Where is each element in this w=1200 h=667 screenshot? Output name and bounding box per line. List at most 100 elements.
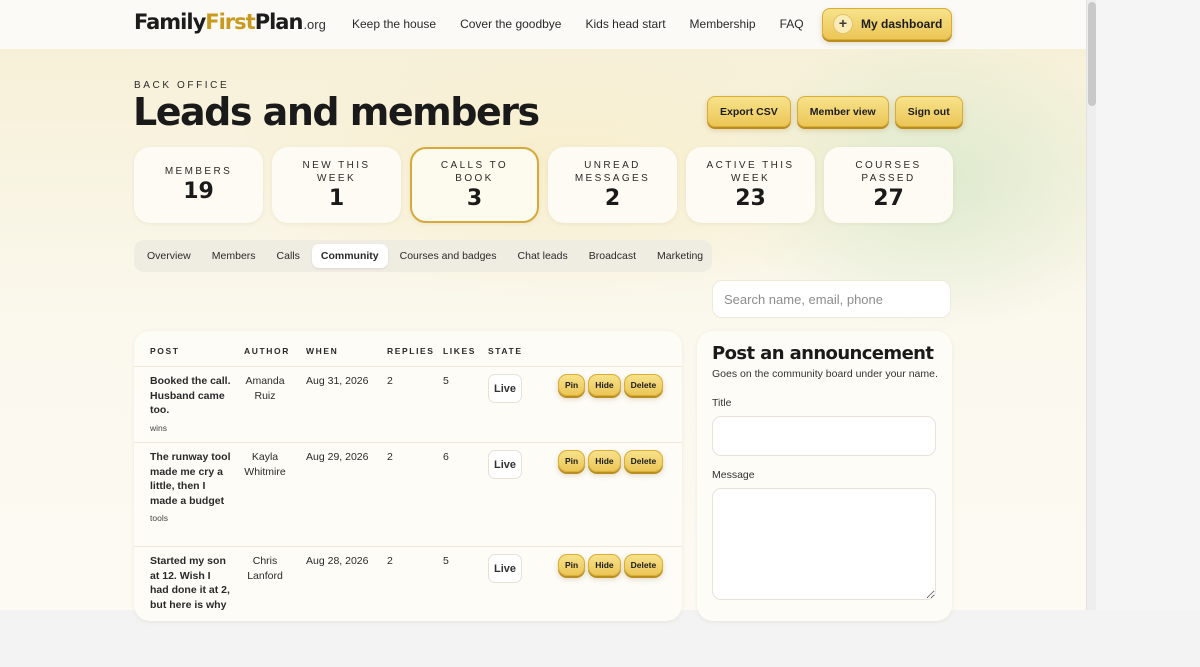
stat-value: 23 bbox=[735, 185, 766, 211]
column-header-likes: LIKES bbox=[443, 346, 477, 356]
post-cell: The runway tool made me cry a little, th… bbox=[150, 450, 232, 526]
table-row: Started my son at 12. Wish I had done it… bbox=[134, 547, 682, 621]
pin-button[interactable]: Pin bbox=[558, 450, 586, 472]
scrollbar-thumb[interactable] bbox=[1088, 2, 1096, 106]
export-csv-button[interactable]: Export CSV bbox=[707, 96, 791, 127]
stat-label: NEW THIS WEEK bbox=[302, 159, 371, 184]
hide-button[interactable]: Hide bbox=[588, 374, 621, 396]
delete-button[interactable]: Delete bbox=[623, 450, 664, 472]
column-header-when: WHEN bbox=[306, 346, 339, 356]
delete-button[interactable]: Delete bbox=[623, 554, 664, 576]
tab-overview[interactable]: Overview bbox=[138, 244, 200, 268]
column-header-state: STATE bbox=[488, 346, 523, 356]
section-tabs: Overview Members Calls Community Courses… bbox=[134, 240, 712, 272]
likes-cell: 6 bbox=[443, 451, 449, 463]
nav-faq[interactable]: FAQ bbox=[780, 17, 804, 31]
message-field-label: Message bbox=[712, 469, 755, 481]
stat-value: 1 bbox=[328, 185, 345, 211]
main-nav: Keep the house Cover the goodbye Kids he… bbox=[352, 17, 804, 31]
stat-label: ACTIVE THIS WEEK bbox=[706, 159, 795, 184]
likes-cell: 5 bbox=[443, 375, 449, 387]
stat-card-new-this-week[interactable]: NEW THIS WEEK 1 bbox=[272, 147, 401, 223]
announcement-message-textarea[interactable] bbox=[712, 488, 936, 600]
post-tag: tools bbox=[150, 513, 168, 523]
community-posts-table: POST AUTHOR WHEN REPLIES LIKES STATE Boo… bbox=[134, 331, 682, 621]
post-title[interactable]: The runway tool made me cry a little, th… bbox=[150, 450, 232, 508]
stat-card-calls-to-book[interactable]: CALLS TO BOOK 3 bbox=[410, 147, 539, 223]
author-cell: Chris Lanford bbox=[247, 555, 283, 582]
when-cell: Aug 31, 2026 bbox=[306, 375, 369, 387]
member-view-button[interactable]: Member view bbox=[796, 96, 889, 127]
nav-kids-head-start[interactable]: Kids head start bbox=[585, 17, 665, 31]
row-actions: Pin Hide Delete bbox=[558, 374, 664, 396]
vertical-scrollbar[interactable] bbox=[1086, 0, 1096, 610]
title-field-label: Title bbox=[712, 397, 732, 409]
likes-cell: 5 bbox=[443, 555, 449, 567]
hide-button[interactable]: Hide bbox=[588, 554, 621, 576]
logo-wordmark: FamilyFirstPlan bbox=[134, 10, 304, 34]
post-title[interactable]: Booked the call. Husband came too. bbox=[150, 374, 232, 418]
tab-calls[interactable]: Calls bbox=[268, 244, 309, 268]
tab-chat-leads[interactable]: Chat leads bbox=[509, 244, 577, 268]
author-cell: Kayla Whitmire bbox=[244, 451, 286, 478]
stat-card-members[interactable]: MEMBERS 19 bbox=[134, 147, 263, 223]
tab-broadcast[interactable]: Broadcast bbox=[580, 244, 645, 268]
top-navigation-bar: FamilyFirstPlan .org Keep the house Cover… bbox=[0, 0, 1086, 49]
stat-card-active-this-week[interactable]: ACTIVE THIS WEEK 23 bbox=[686, 147, 815, 223]
site-logo[interactable]: FamilyFirstPlan .org bbox=[134, 10, 326, 40]
delete-button[interactable]: Delete bbox=[623, 374, 664, 396]
column-header-author: AUTHOR bbox=[244, 346, 290, 356]
row-actions: Pin Hide Delete bbox=[558, 450, 664, 472]
post-cell: Started my son at 12. Wish I had done it… bbox=[150, 554, 232, 612]
stat-card-courses-passed[interactable]: COURSES PASSED 27 bbox=[824, 147, 953, 223]
page-actions: Export CSV Member view Sign out bbox=[707, 96, 963, 127]
stat-value: 19 bbox=[183, 179, 214, 204]
stat-value: 27 bbox=[873, 185, 904, 211]
my-dashboard-button[interactable]: + My dashboard bbox=[822, 8, 952, 40]
right-gutter bbox=[1086, 0, 1200, 610]
main-content: BACK OFFICE Leads and members Export CSV… bbox=[0, 0, 1086, 621]
tab-courses-and-badges[interactable]: Courses and badges bbox=[391, 244, 506, 268]
post-title[interactable]: Started my son at 12. Wish I had done it… bbox=[150, 554, 232, 612]
tab-members[interactable]: Members bbox=[203, 244, 265, 268]
row-actions: Pin Hide Delete bbox=[558, 554, 664, 576]
state-badge[interactable]: Live bbox=[488, 374, 522, 403]
logo-part-family: Family bbox=[134, 10, 206, 34]
column-header-replies: REPLIES bbox=[387, 346, 435, 356]
stat-card-unread-messages[interactable]: UNREAD MESSAGES 2 bbox=[548, 147, 677, 223]
table-row: Booked the call. Husband came too. wins … bbox=[134, 367, 682, 443]
tab-community[interactable]: Community bbox=[311, 244, 388, 268]
pin-button[interactable]: Pin bbox=[558, 554, 586, 576]
announcement-panel: Post an announcement Goes on the communi… bbox=[697, 331, 952, 621]
pin-button[interactable]: Pin bbox=[558, 374, 586, 396]
table-header: POST AUTHOR WHEN REPLIES LIKES STATE bbox=[134, 331, 682, 367]
author-cell: Amanda Ruiz bbox=[245, 375, 285, 402]
search-input[interactable] bbox=[712, 280, 951, 318]
logo-part-first: First bbox=[205, 10, 255, 34]
plus-icon: + bbox=[833, 14, 853, 34]
nav-membership[interactable]: Membership bbox=[690, 17, 756, 31]
state-badge[interactable]: Live bbox=[488, 554, 522, 583]
when-cell: Aug 29, 2026 bbox=[306, 451, 369, 463]
replies-cell: 2 bbox=[387, 451, 393, 463]
stat-label: COURSES PASSED bbox=[855, 159, 922, 184]
nav-keep-the-house[interactable]: Keep the house bbox=[352, 17, 436, 31]
announcement-subtitle: Goes on the community board under your n… bbox=[712, 368, 938, 380]
my-dashboard-label: My dashboard bbox=[861, 17, 943, 31]
announcement-title: Post an announcement bbox=[712, 343, 934, 364]
logo-tld: .org bbox=[303, 17, 326, 32]
stat-label: CALLS TO BOOK bbox=[440, 159, 509, 184]
logo-part-plan: Plan bbox=[254, 10, 304, 34]
page-title: Leads and members bbox=[133, 90, 540, 134]
state-badge[interactable]: Live bbox=[488, 450, 522, 479]
post-cell: Booked the call. Husband came too. wins bbox=[150, 374, 232, 435]
announcement-title-input[interactable] bbox=[712, 416, 936, 456]
hide-button[interactable]: Hide bbox=[588, 450, 621, 472]
stat-label: MEMBERS bbox=[164, 166, 233, 177]
tab-marketing[interactable]: Marketing bbox=[648, 244, 712, 268]
sign-out-button[interactable]: Sign out bbox=[894, 96, 963, 127]
stat-value: 3 bbox=[466, 185, 483, 211]
table-row: The runway tool made me cry a little, th… bbox=[134, 443, 682, 547]
nav-cover-the-goodbye[interactable]: Cover the goodbye bbox=[460, 17, 561, 31]
stat-cards: MEMBERS 19 NEW THIS WEEK 1 CALLS TO BOOK… bbox=[134, 147, 953, 223]
